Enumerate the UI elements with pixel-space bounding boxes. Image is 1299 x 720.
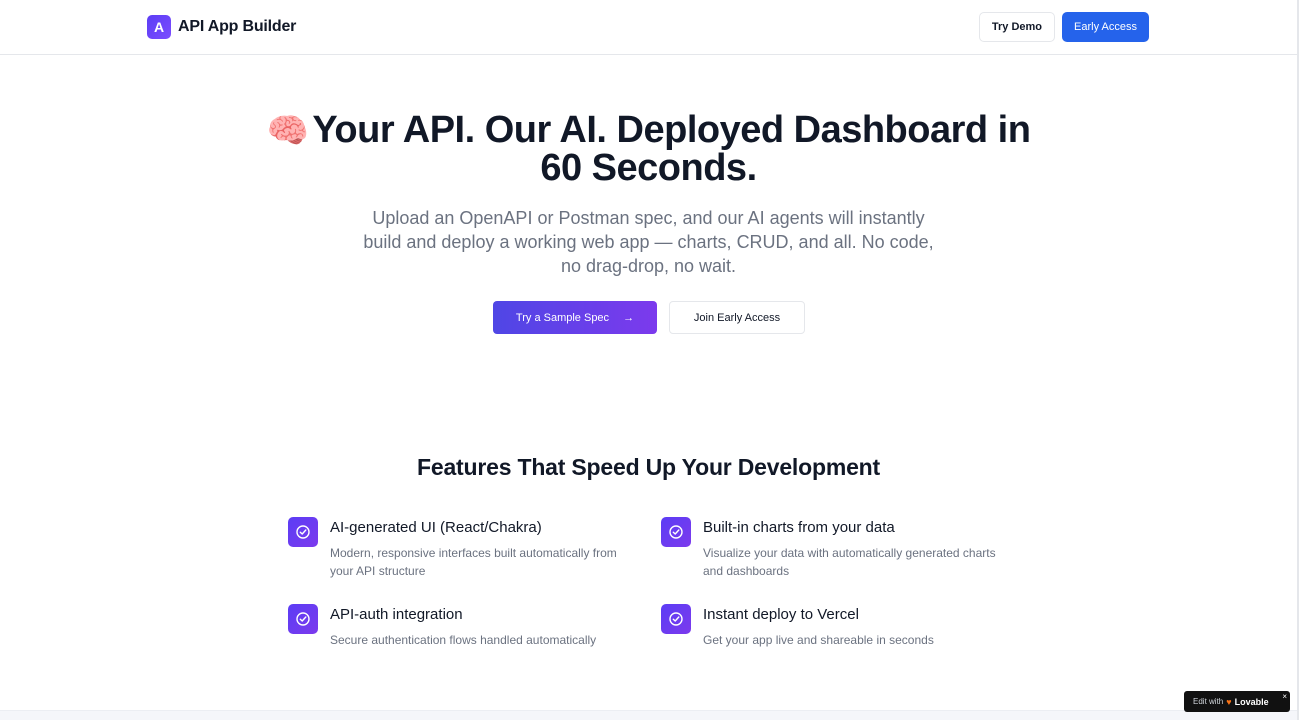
feature-text: Built-in charts from your data Visualize… <box>703 517 1008 580</box>
feature-description: Modern, responsive interfaces built auto… <box>330 546 617 578</box>
features-heading: Features That Speed Up Your Development <box>417 454 880 480</box>
edit-with-lovable-badge[interactable]: Edit with ♥ Lovable × <box>1184 691 1290 712</box>
lovable-brand-label: Lovable <box>1234 696 1269 707</box>
feature-description: Visualize your data with automatically g… <box>703 546 996 578</box>
feature-item: API-auth integration Secure authenticati… <box>288 604 635 649</box>
hero-title-line1: Your API. Our AI. Deployed Dashboard in <box>312 109 1031 151</box>
feature-text: API-auth integration Secure authenticati… <box>330 604 635 649</box>
check-circle-icon <box>288 517 318 547</box>
logo-mark: A <box>147 15 171 39</box>
hero-cta-group: Try a Sample Spec → Join Early Access <box>493 301 805 334</box>
feature-item: AI-generated UI (React/Chakra) Modern, r… <box>288 517 635 580</box>
feature-text: Instant deploy to Vercel Get your app li… <box>703 604 1008 649</box>
top-navbar: A API App Builder Try Demo Early Access <box>0 0 1297 55</box>
brand-name: API App Builder <box>178 18 297 35</box>
join-early-access-button[interactable]: Join Early Access <box>669 301 805 334</box>
check-circle-icon <box>661 517 691 547</box>
hero-title-line2: 60 Seconds. <box>540 147 757 189</box>
brain-emoji-icon: 🧠 <box>266 111 309 151</box>
feature-item: Instant deploy to Vercel Get your app li… <box>661 604 1008 649</box>
feature-text: AI-generated UI (React/Chakra) Modern, r… <box>330 517 635 580</box>
try-sample-spec-label: Try a Sample Spec <box>515 311 610 324</box>
header-actions: Try Demo Early Access <box>978 12 1149 42</box>
feature-item: Built-in charts from your data Visualize… <box>661 517 1008 580</box>
arrow-right-icon: → <box>623 311 635 324</box>
try-demo-button[interactable]: Try Demo <box>978 12 1056 42</box>
early-access-button[interactable]: Early Access <box>1062 12 1149 42</box>
lovable-heart-icon: ♥ <box>1226 696 1232 707</box>
brand-logo-link[interactable]: A API App Builder <box>147 15 296 39</box>
feature-title: Built-in charts from your data <box>703 519 895 536</box>
next-section-edge <box>0 710 1297 720</box>
feature-description: Secure authentication flows handled auto… <box>330 633 597 647</box>
feature-title: AI-generated UI (React/Chakra) <box>330 519 542 536</box>
feature-title: Instant deploy to Vercel <box>703 606 859 623</box>
hero-title: 🧠 Your API. Our AI. Deployed Dashboard in… <box>250 109 1047 189</box>
close-icon[interactable]: × <box>1282 692 1287 701</box>
landing-page: A API App Builder Try Demo Early Access … <box>0 0 1299 720</box>
check-circle-icon <box>288 604 318 634</box>
hero-subtitle: Upload an OpenAPI or Postman spec, and o… <box>363 208 934 276</box>
try-sample-spec-button[interactable]: Try a Sample Spec → <box>493 301 657 334</box>
check-circle-icon <box>661 604 691 634</box>
feature-description: Get your app live and shareable in secon… <box>703 633 934 647</box>
feature-title: API-auth integration <box>330 606 463 623</box>
edit-with-label: Edit with <box>1193 697 1224 706</box>
